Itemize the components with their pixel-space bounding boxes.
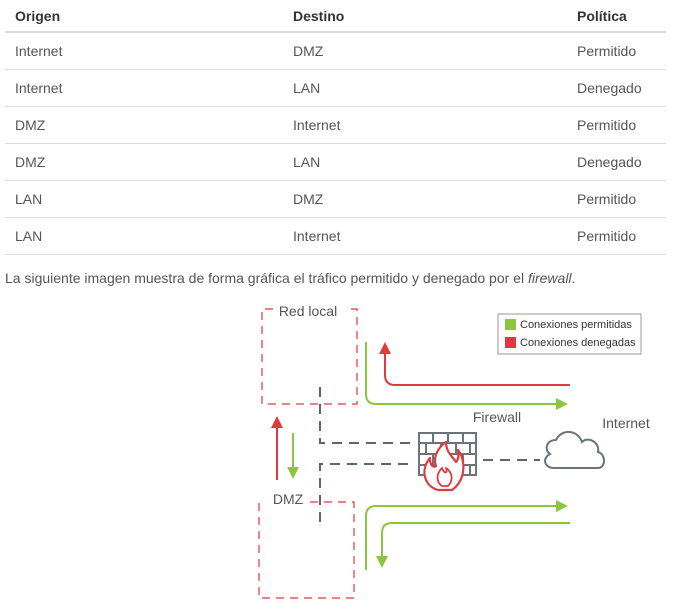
- cell-origen: Internet: [5, 32, 283, 70]
- dmz-label: DMZ: [273, 491, 304, 507]
- cell-destino: LAN: [283, 143, 567, 181]
- firewall-label: Firewall: [473, 409, 521, 425]
- cell-politica: Permitido: [567, 106, 666, 144]
- dmz-zone: [258, 501, 355, 599]
- table-row: DMZ LAN Denegado: [5, 143, 666, 181]
- internet-label: Internet: [602, 415, 650, 431]
- table-row: Internet DMZ Permitido: [5, 32, 666, 70]
- cell-origen: Internet: [5, 69, 283, 107]
- caption-end: .: [571, 270, 576, 286]
- legend-allowed-swatch: [505, 319, 516, 330]
- legend-allowed-label: Conexiones permitidas: [520, 319, 632, 331]
- header-destino: Destino: [283, 0, 567, 33]
- arrow-dmz-internet-allowed: [365, 500, 568, 570]
- cell-origen: LAN: [5, 217, 283, 255]
- header-politica: Política: [567, 0, 666, 33]
- lan-zone: [261, 308, 358, 405]
- firewall-diagram: Red local DMZ Firewall Internet Conexion…: [258, 303, 650, 599]
- caption-main: La siguiente imagen muestra de forma grá…: [5, 270, 528, 286]
- cell-politica: Permitido: [567, 217, 666, 255]
- cell-politica: Permitido: [567, 32, 666, 70]
- table-row: LAN Internet Permitido: [5, 217, 666, 255]
- cell-destino: DMZ: [283, 180, 567, 218]
- cell-destino: DMZ: [283, 32, 567, 70]
- caption-text: La siguiente imagen muestra de forma grá…: [5, 270, 575, 286]
- legend-denied-swatch: [505, 337, 516, 348]
- cell-destino: Internet: [283, 217, 567, 255]
- cell-politica: Permitido: [567, 180, 666, 218]
- legend: Conexiones permitidas Conexiones denegad…: [497, 313, 642, 355]
- cell-origen: LAN: [5, 180, 283, 218]
- cloud-icon: [544, 431, 605, 469]
- arrow-internet-dmz-allowed: [376, 522, 570, 568]
- header-origen: Origen: [5, 0, 283, 33]
- firewall-icon: [418, 432, 477, 492]
- table-header-row: Origen Destino Política: [5, 0, 666, 33]
- cell-destino: LAN: [283, 69, 567, 107]
- caption-emphasis: firewall: [527, 270, 572, 286]
- rules-table: Origen Destino Política Internet DMZ Per…: [5, 0, 666, 255]
- cell-politica: Denegado: [567, 69, 666, 107]
- table-row: Internet LAN Denegado: [5, 69, 666, 107]
- cell-politica: Denegado: [567, 143, 666, 181]
- lan-label: Red local: [279, 303, 337, 319]
- table-row: LAN DMZ Permitido: [5, 180, 666, 218]
- legend-denied-label: Conexiones denegadas: [520, 337, 636, 349]
- table-row: DMZ Internet Permitido: [5, 106, 666, 144]
- cell-origen: DMZ: [5, 106, 283, 144]
- cell-origen: DMZ: [5, 143, 283, 181]
- cell-destino: Internet: [283, 106, 567, 144]
